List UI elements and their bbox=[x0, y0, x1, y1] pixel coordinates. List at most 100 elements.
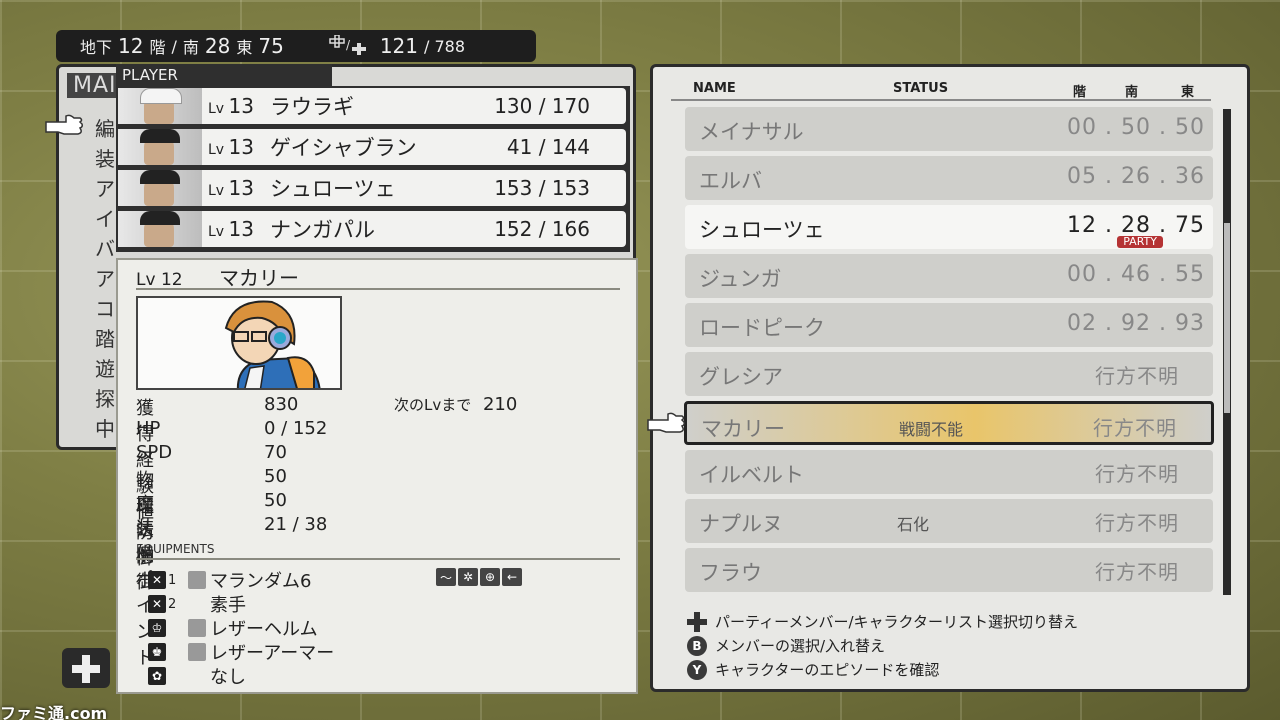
equipment-row[interactable]: ✕ 1 マランダム6 bbox=[148, 568, 334, 592]
slot-number: 1 bbox=[168, 572, 177, 588]
roster-row[interactable]: フラウ 行方不明 bbox=[685, 548, 1213, 592]
roster-row[interactable]: エルバ 05 . 26 . 36 bbox=[685, 156, 1213, 200]
main-menu-item[interactable]: イ bbox=[95, 203, 115, 232]
roster-name: フラウ bbox=[699, 561, 762, 585]
divider bbox=[136, 288, 620, 290]
main-menu-item[interactable]: コ bbox=[95, 293, 115, 322]
header-floor: 階 bbox=[1073, 85, 1087, 100]
stat-value: 0 / 152 bbox=[264, 418, 328, 439]
roster-row[interactable]: シュローツェ 12 . 28 . 75 PARTY bbox=[685, 205, 1213, 249]
weapon-attribute-icons: 〜 ✲ ⊕ ← bbox=[436, 568, 522, 586]
roster-name: シュローツェ bbox=[699, 218, 825, 242]
roster-name: ジュンガ bbox=[699, 267, 782, 291]
help-line: パーティーメンバー/キャラクターリスト選択切り替え bbox=[687, 611, 1078, 632]
steps-max: / 788 bbox=[424, 36, 466, 56]
south-value: 28 bbox=[204, 34, 231, 58]
equipment-row[interactable]: ♔ レザーヘルム bbox=[148, 616, 334, 640]
scrollbar-thumb[interactable] bbox=[1224, 223, 1230, 413]
equipment-row[interactable]: ✿ なし bbox=[148, 664, 334, 688]
roster-name: メイナサル bbox=[699, 120, 804, 144]
member-portrait bbox=[118, 88, 202, 124]
member-lv-prefix: Lv bbox=[208, 183, 225, 199]
menu-pointer-hand-icon bbox=[45, 114, 83, 135]
main-menu-item[interactable]: 編 bbox=[95, 113, 115, 142]
b-button-icon: B bbox=[687, 635, 707, 656]
header-name: NAME bbox=[693, 81, 736, 96]
main-menu-item[interactable]: 踏 bbox=[95, 323, 115, 352]
weapon-slot-icon: ✕ bbox=[148, 571, 166, 589]
roster-location: 00 . 46 . 55 bbox=[1067, 262, 1205, 287]
equipment-row[interactable]: ♚ レザーアーマー bbox=[148, 640, 334, 664]
roster-row[interactable]: イルベルト 行方不明 bbox=[685, 450, 1213, 494]
member-lv-prefix: Lv bbox=[208, 142, 225, 158]
stat-value: 21 / 38 bbox=[264, 514, 328, 535]
member-hp: 152 / 166 bbox=[494, 217, 590, 241]
roster-location: 行方不明 bbox=[1095, 462, 1179, 486]
detail-header: Lv 12 マカリー bbox=[136, 262, 299, 291]
roster-location: 00 . 50 . 50 bbox=[1067, 115, 1205, 140]
player-party-list: Lv 13 ラウラギ 130 / 170 Lv 13 ゲイシャブラン 41 / … bbox=[116, 86, 630, 252]
roster-location: 行方不明 bbox=[1093, 416, 1177, 440]
equipment-row[interactable]: ✕ 2 素手 bbox=[148, 592, 334, 616]
svg-text:/: / bbox=[346, 38, 351, 52]
equipment-name: レザーヘルム bbox=[210, 619, 318, 640]
roster-location: 02 . 92 . 93 bbox=[1067, 311, 1205, 336]
roster-row[interactable]: メイナサル 00 . 50 . 50 bbox=[685, 107, 1213, 151]
roster-location: 行方不明 bbox=[1095, 364, 1179, 388]
equipment-name: 素手 bbox=[210, 595, 246, 616]
south-label: 南 bbox=[182, 38, 199, 57]
roster-row[interactable]: ロードピーク 02 . 92 . 93 bbox=[685, 303, 1213, 347]
roster-status: 戦闘不能 bbox=[899, 420, 964, 439]
stat-value: 70 bbox=[264, 442, 287, 463]
main-menu-item[interactable]: 遊 bbox=[95, 353, 115, 382]
dpad-icon bbox=[62, 648, 110, 688]
stat-value: 830 bbox=[264, 394, 299, 415]
roster-row-selected[interactable]: マカリー 戦闘不能 行方不明 bbox=[684, 401, 1214, 445]
main-menu-item[interactable]: 中 bbox=[95, 413, 115, 442]
roster-scrollbar[interactable] bbox=[1223, 109, 1231, 595]
main-menu-item[interactable]: バ bbox=[95, 233, 115, 262]
party-member-row[interactable]: Lv 13 ゲイシャブラン 41 / 144 bbox=[118, 129, 626, 165]
member-level: 13 bbox=[228, 94, 254, 118]
location-bar: 地下 12 階 / 南 28 東 75 / 121 / 788 bbox=[56, 30, 536, 62]
header-south: 南 bbox=[1125, 85, 1139, 100]
next-lv-value: 210 bbox=[482, 394, 518, 415]
member-level: 13 bbox=[228, 135, 254, 159]
east-value: 75 bbox=[258, 34, 284, 58]
member-name: ナンガパル bbox=[270, 218, 375, 242]
main-menu-item[interactable]: ア bbox=[95, 173, 115, 202]
gear-attribute-icon: ✲ bbox=[458, 568, 478, 586]
member-level: 13 bbox=[228, 217, 254, 241]
party-badge: PARTY bbox=[1117, 236, 1163, 248]
main-menu-item[interactable]: 探 bbox=[95, 383, 115, 412]
character-portrait bbox=[136, 296, 342, 390]
roster-row[interactable]: グレシア 行方不明 bbox=[685, 352, 1213, 396]
party-member-row[interactable]: Lv 13 ナンガパル 152 / 166 bbox=[118, 211, 626, 247]
list-pointer-hand-icon bbox=[647, 412, 685, 433]
weapon-item-icon bbox=[188, 571, 206, 589]
target-attribute-icon: ⊕ bbox=[480, 568, 500, 586]
roster-row[interactable]: ジュンガ 00 . 46 . 55 bbox=[685, 254, 1213, 298]
slot-number: 2 bbox=[168, 596, 177, 612]
help-text: パーティーメンバー/キャラクターリスト選択切り替え bbox=[715, 613, 1078, 631]
party-member-row[interactable]: Lv 13 ラウラギ 130 / 170 bbox=[118, 88, 626, 124]
member-portrait bbox=[118, 129, 202, 165]
roster-location: 行方不明 bbox=[1095, 511, 1179, 535]
dpad-button-icon bbox=[687, 611, 707, 632]
character-roster-panel: NAME STATUS 階 南 東 メイナサル 00 . 50 . 50 エルバ… bbox=[650, 64, 1250, 692]
party-member-row[interactable]: Lv 13 シュローツェ 153 / 153 bbox=[118, 170, 626, 206]
member-portrait bbox=[118, 211, 202, 247]
roster-row[interactable]: ナプルヌ 石化 行方不明 bbox=[685, 499, 1213, 543]
main-menu-item[interactable]: ア bbox=[95, 263, 115, 292]
floor-value: 12 bbox=[118, 34, 144, 58]
floor-prefix: 地下 bbox=[80, 38, 113, 57]
stat-value: 50 bbox=[264, 466, 287, 487]
member-name: ゲイシャブラン bbox=[270, 136, 417, 160]
player-list-label: PLAYER bbox=[116, 64, 332, 86]
helm-item-icon bbox=[188, 619, 206, 637]
help-text: メンバーの選択/入れ替え bbox=[715, 637, 886, 655]
main-menu-item[interactable]: 装 bbox=[95, 143, 115, 172]
header-east: 東 bbox=[1181, 85, 1195, 100]
help-line: B メンバーの選択/入れ替え bbox=[687, 635, 885, 656]
member-lv-prefix: Lv bbox=[208, 224, 225, 240]
